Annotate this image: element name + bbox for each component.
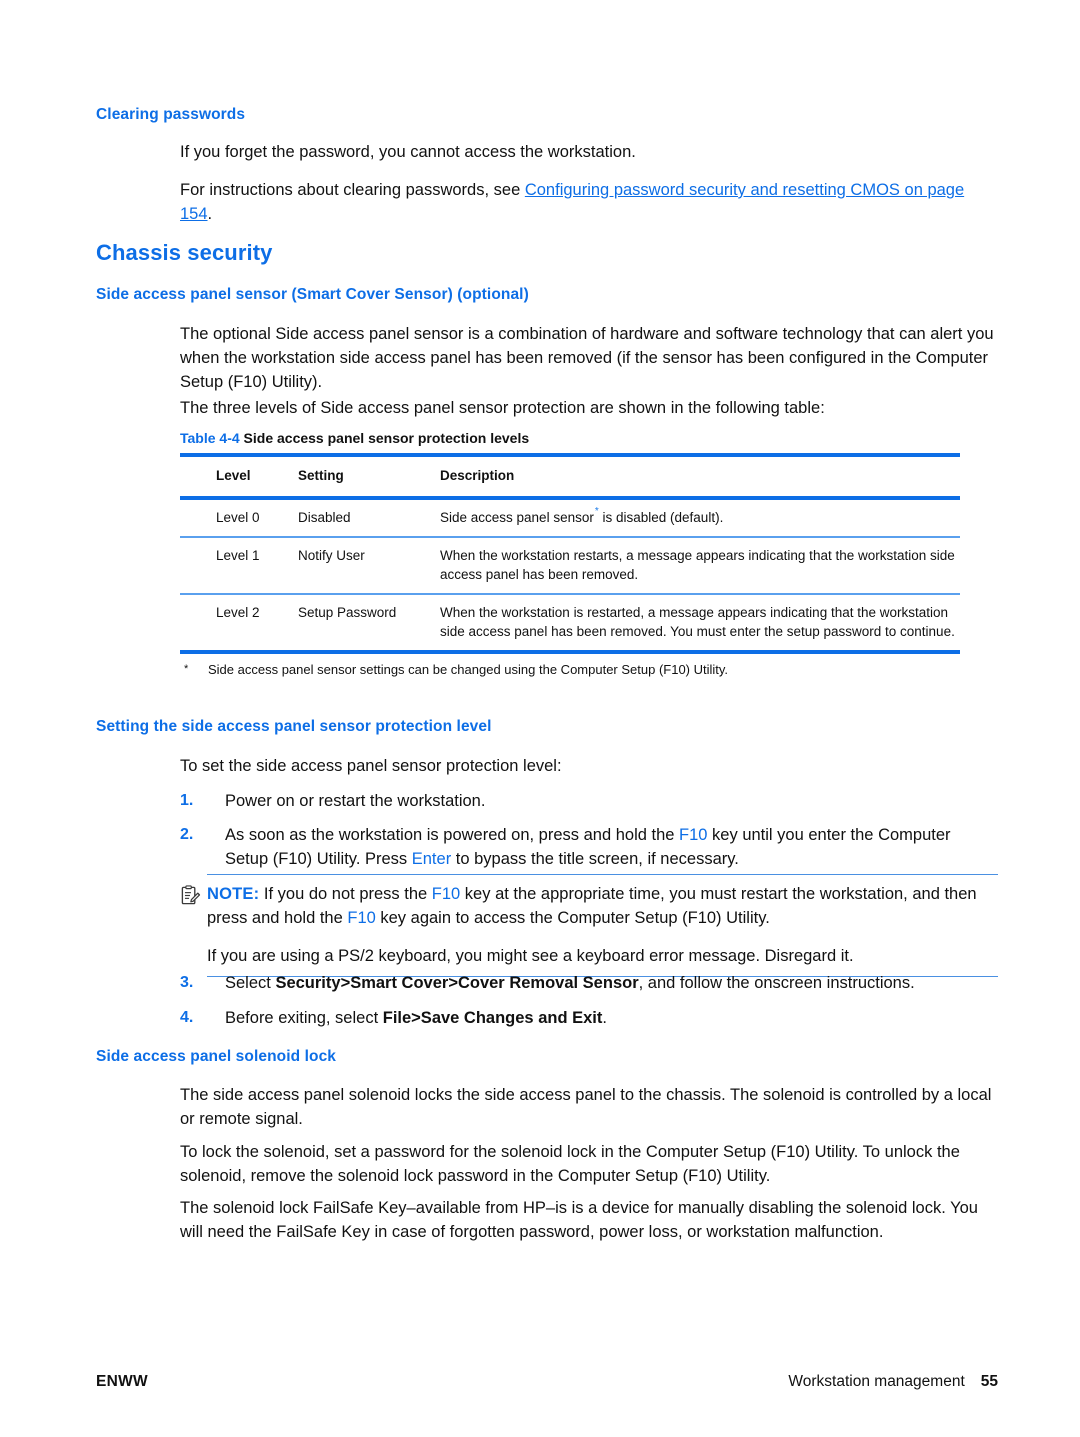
- paragraph-optional-sensor: The optional Side access panel sensor is…: [180, 325, 994, 391]
- key-f10: F10: [679, 826, 708, 844]
- step-text-part-3: to bypass the title screen, if necessary…: [451, 850, 739, 868]
- table-row: Level 2 Setup Password When the workstat…: [180, 594, 960, 652]
- table-row: Level 0 Disabled Side access panel senso…: [180, 498, 960, 537]
- menu-path-security: Security>Smart Cover>Cover Removal Senso…: [275, 974, 639, 992]
- table-row: Level 1 Notify User When the workstation…: [180, 537, 960, 594]
- table-caption-number: Table 4-4: [180, 430, 240, 446]
- table-side-access-panel-protection-levels: Table 4-4 Side access panel sensor prote…: [180, 430, 960, 679]
- table-body: Level 0 Disabled Side access panel senso…: [180, 498, 960, 652]
- cell-description: When the workstation is restarted, a mes…: [440, 605, 955, 639]
- paragraph-to-set-level: To set the side access panel sensor prot…: [180, 757, 562, 775]
- cell-description-text: Side access panel sensor: [440, 510, 594, 525]
- note-text-part-3: key again to access the Computer Setup (…: [375, 909, 770, 927]
- note-text-part-1: If you do not press the: [259, 885, 432, 903]
- step-text-part-2: , and follow the onscreen instructions.: [638, 974, 915, 992]
- table-head: Level Setting Description: [180, 455, 960, 498]
- document-page: Clearing passwords If you forget the pas…: [0, 0, 1080, 1437]
- heading-side-access-panel-solenoid-lock: Side access panel solenoid lock: [96, 1048, 337, 1065]
- paragraph-failsafe-key: The solenoid lock FailSafe Key–available…: [180, 1199, 978, 1241]
- cell-setting: Setup Password: [298, 605, 397, 620]
- step-text-part-2: .: [602, 1009, 607, 1027]
- cell-description: When the workstation restarts, a message…: [440, 548, 955, 582]
- step-text: Power on or restart the workstation.: [225, 792, 486, 810]
- step-number: 1.: [180, 792, 194, 809]
- footnote-marker: *: [184, 663, 189, 675]
- step-item-4: 4. Before exiting, select File>Save Chan…: [180, 1006, 998, 1030]
- step-text-part-1: Select: [225, 974, 276, 992]
- step-text-part-1: As soon as the workstation is powered on…: [225, 826, 680, 844]
- menu-path-file-save: File>Save Changes and Exit: [382, 1009, 603, 1027]
- footnote-marker-inline: *: [594, 505, 599, 517]
- step-item-2: 2. As soon as the workstation is powered…: [180, 823, 998, 871]
- paragraph-text-after: .: [207, 205, 213, 223]
- cell-setting: Disabled: [298, 510, 351, 525]
- note-clipboard-icon: [180, 885, 201, 906]
- heading-setting-protection-level: Setting the side access panel sensor pro…: [96, 718, 492, 735]
- step-item-1: 1. Power on or restart the workstation.: [180, 789, 998, 813]
- note-content: NOTE: If you do not press the F10 key at…: [180, 875, 998, 976]
- key-f10: F10: [347, 909, 376, 927]
- key-enter: Enter: [411, 850, 452, 868]
- step-text: Before exiting, select File>Save Changes…: [225, 1006, 998, 1030]
- heading-chassis-security: Chassis security: [96, 240, 273, 265]
- cell-description: Side access panel sensor* is disabled (d…: [440, 498, 960, 537]
- paragraph-forget-password: If you forget the password, you cannot a…: [180, 143, 636, 161]
- step-item-3: 3. Select Security>Smart Cover>Cover Rem…: [180, 971, 998, 995]
- key-f10: F10: [431, 885, 461, 903]
- footer-enww: ENWW: [96, 1373, 148, 1390]
- step-number: 4.: [180, 1009, 194, 1026]
- step-text-part-1: Before exiting, select: [225, 1009, 383, 1027]
- table-caption-title: Side access panel sensor protection leve…: [243, 430, 530, 446]
- cell-level: Level 2: [216, 605, 260, 620]
- paragraph-three-levels: The three levels of Side access panel se…: [180, 399, 825, 417]
- table-caption: Table 4-4 Side access panel sensor prote…: [180, 430, 960, 446]
- note-callout: NOTE: If you do not press the F10 key at…: [180, 874, 998, 977]
- column-header-level: Level: [216, 468, 251, 483]
- note-label: NOTE:: [207, 885, 260, 903]
- step-number: 3.: [180, 974, 194, 991]
- table-footnote: * Side access panel sensor settings can …: [180, 654, 960, 679]
- cell-setting: Notify User: [298, 548, 365, 563]
- heading-clearing-passwords: Clearing passwords: [96, 106, 246, 123]
- paragraph-clearing-instructions: For instructions about clearing password…: [180, 178, 998, 226]
- table-header-row: Level Setting Description: [180, 455, 960, 498]
- cell-level: Level 1: [216, 548, 260, 563]
- cell-description-text-after: is disabled (default).: [598, 510, 724, 525]
- paragraph-lock-unlock-solenoid: To lock the solenoid, set a password for…: [180, 1143, 960, 1185]
- column-header-setting: Setting: [298, 468, 344, 483]
- step-text: Select Security>Smart Cover>Cover Remova…: [225, 971, 998, 995]
- step-text: As soon as the workstation is powered on…: [225, 823, 998, 871]
- heading-side-access-panel-sensor: Side access panel sensor (Smart Cover Se…: [96, 286, 529, 303]
- footer-section-title: Workstation management: [788, 1373, 965, 1390]
- step-number: 2.: [180, 826, 194, 843]
- footnote-text: Side access panel sensor settings can be…: [208, 662, 729, 677]
- note-paragraph-2: If you are using a PS/2 keyboard, you mi…: [207, 947, 854, 965]
- paragraph-text-before: For instructions about clearing password…: [180, 181, 525, 199]
- note-body: NOTE: If you do not press the F10 key at…: [207, 882, 998, 930]
- footer-right: Workstation management 55: [788, 1373, 998, 1391]
- cell-level: Level 0: [216, 510, 260, 525]
- footer-page-number: 55: [980, 1373, 998, 1390]
- paragraph-solenoid-controlled: The side access panel solenoid locks the…: [180, 1086, 992, 1128]
- protection-levels-table: Level Setting Description Level 0 Disabl…: [180, 453, 960, 654]
- column-header-description: Description: [440, 468, 515, 483]
